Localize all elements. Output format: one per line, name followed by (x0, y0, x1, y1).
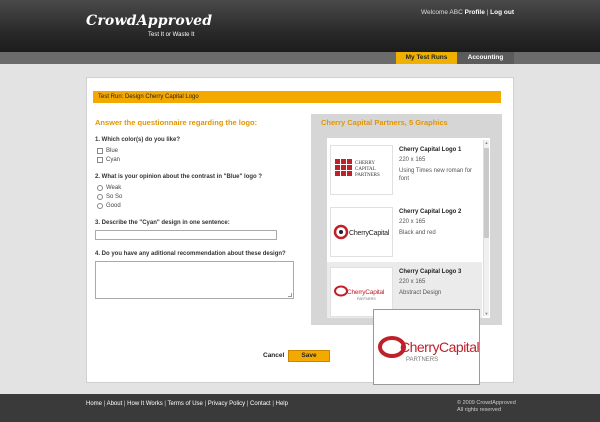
cherry-abstract-logo-icon: CherryCapital PARTNERS (333, 285, 385, 301)
profile-link[interactable]: Profile (465, 9, 485, 16)
site-logo[interactable]: CrowdApproved (86, 13, 212, 29)
copyright-line: © 2009 CrowdApproved (457, 400, 516, 406)
svg-text:CherryCapital: CherryCapital (347, 289, 385, 296)
svg-text:PARTNERS: PARTNERS (406, 357, 438, 363)
tab-accounting[interactable]: Accounting (457, 52, 514, 64)
recommendation-textarea[interactable] (95, 261, 294, 299)
save-button[interactable]: Save (288, 350, 330, 362)
checkbox-cyan[interactable]: Cyan (97, 157, 120, 163)
graphic-description: Black and red (399, 230, 436, 236)
scrollbar-thumb[interactable] (484, 148, 489, 238)
footer-link-home[interactable]: Home (86, 401, 102, 407)
footer-link-contact[interactable]: Contact (250, 401, 271, 407)
radio-good[interactable]: Good (97, 203, 121, 209)
graphic-description: Using Times new roman for font (399, 168, 473, 182)
radio-weak[interactable]: Weak (97, 185, 121, 191)
question-2: 2. What is your opinion about the contra… (95, 174, 263, 180)
graphic-name: Cherry Capital Logo 1 (399, 147, 462, 153)
checkbox-icon[interactable] (97, 148, 103, 154)
radio-icon[interactable] (97, 194, 103, 200)
footer-link-terms[interactable]: Terms of Use (168, 401, 203, 407)
logo-thumbnail[interactable]: CHERRY CAPITAL PARTNERS (330, 145, 393, 195)
questionnaire-heading: Answer the questionnaire regarding the l… (95, 118, 258, 127)
logo-thumbnail[interactable]: CherryCapital (330, 207, 393, 257)
svg-text:PARTNERS: PARTNERS (355, 173, 380, 178)
test-run-title: Test Run: Design Cherry Capital Logo (93, 91, 501, 103)
resize-grip-icon[interactable] (288, 293, 292, 297)
graphics-list[interactable]: CHERRY CAPITAL PARTNERS Cherry Capital L… (327, 138, 490, 318)
svg-text:CAPITAL: CAPITAL (355, 167, 376, 172)
question-3: 3. Describe the "Cyan" design in one sen… (95, 220, 230, 226)
radio-so-so[interactable]: So So (97, 194, 122, 200)
cherry-grid-logo-icon: CHERRY CAPITAL PARTNERS (334, 159, 380, 178)
svg-text:CHERRY: CHERRY (355, 161, 375, 166)
checkbox-blue[interactable]: Blue (97, 148, 118, 154)
scroll-down-icon[interactable]: ▼ (484, 311, 489, 316)
svg-text:CherryCapital: CherryCapital (349, 230, 390, 237)
logo-preview: CherryCapital PARTNERS (373, 309, 480, 385)
site-tagline: Test It or Waste It (148, 32, 195, 38)
footer-link-privacy[interactable]: Privacy Policy (208, 401, 245, 407)
option-label: Weak (106, 185, 122, 191)
svg-text:CherryCapital: CherryCapital (400, 339, 479, 355)
option-label: Blue (106, 148, 119, 154)
graphic-description: Abstract Design (399, 290, 442, 296)
graphic-item[interactable]: CHERRY CAPITAL PARTNERS Cherry Capital L… (327, 140, 482, 200)
nav-separator: | (486, 9, 489, 16)
question-4: 4. Do you have any aditional recommendat… (95, 251, 286, 257)
footer-link-about[interactable]: About (107, 401, 123, 407)
graphics-heading: Cherry Capital Partners, 5 Graphics (321, 118, 448, 127)
graphic-item[interactable]: CherryCapital Cherry Capital Logo 2 220 … (327, 202, 482, 262)
welcome-text: Welcome ABC (421, 9, 463, 16)
question-1: 1. Which color(s) do you like? (95, 137, 181, 143)
footer-link-how-it-works[interactable]: How It Works (127, 401, 163, 407)
footer-link-help[interactable]: Help (276, 401, 288, 407)
tab-my-test-runs[interactable]: My Test Runs (396, 52, 457, 64)
graphic-size: 220 x 165 (399, 219, 426, 225)
option-label: Good (106, 203, 121, 209)
graphic-name: Cherry Capital Logo 2 (399, 209, 462, 215)
cyan-description-input[interactable] (95, 230, 277, 240)
cancel-button[interactable]: Cancel (263, 352, 284, 359)
radio-icon[interactable] (97, 203, 103, 209)
cherry-abstract-logo-preview-icon: CherryCapital PARTNERS (378, 336, 480, 363)
copyright: © 2009 CrowdApproved All rights reserved (457, 400, 516, 414)
logout-link[interactable]: Log out (490, 9, 514, 16)
option-label: So So (106, 194, 123, 200)
radio-icon[interactable] (97, 185, 103, 191)
option-label: Cyan (106, 157, 121, 163)
svg-text:PARTNERS: PARTNERS (357, 297, 376, 301)
footer-links: Home | About | How It Works | Terms of U… (86, 401, 288, 407)
checkbox-icon[interactable] (97, 157, 103, 163)
graphic-size: 220 x 165 (399, 279, 426, 285)
rights-line: All rights reserved (457, 407, 502, 413)
cherry-swirl-logo-icon: CherryCapital (333, 224, 390, 240)
graphic-name: Cherry Capital Logo 3 (399, 269, 462, 275)
scroll-up-icon[interactable]: ▲ (484, 140, 489, 145)
graphic-size: 220 x 165 (399, 157, 426, 163)
user-nav: Welcome ABC Profile | Log out (421, 9, 514, 16)
